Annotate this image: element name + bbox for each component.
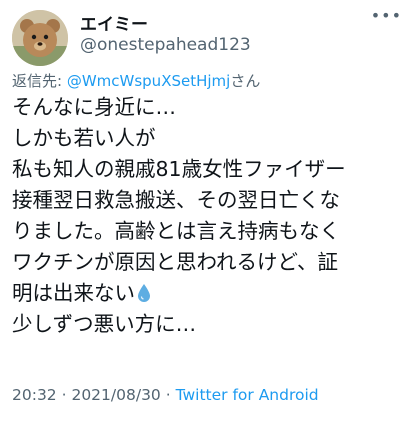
- tweet-line: 私も知人の親戚81歳女性ファイザー: [12, 157, 346, 181]
- tweet-line: 少しずつ悪い方に…: [12, 312, 197, 336]
- tweet-time[interactable]: 20:32: [12, 386, 57, 404]
- tweet-line-with-emoji: 明は出来ない: [12, 278, 410, 309]
- reply-to-line: 返信先: @WmcWspuXSetHjmjさん: [12, 70, 260, 91]
- tweet-line: りました。高齢とは言え持病もなく: [12, 219, 340, 243]
- tweet-source-link[interactable]: Twitter for Android: [176, 386, 319, 404]
- reply-prefix: 返信先:: [12, 72, 67, 90]
- display-name[interactable]: エイミー: [80, 10, 148, 35]
- reply-suffix: さん: [230, 72, 261, 90]
- tweet-line: そんなに身近に…: [12, 95, 176, 119]
- tweet-line: ワクチンが原因と思われるけど、証: [12, 250, 338, 274]
- avatar[interactable]: [12, 10, 68, 66]
- meta-separator: ·: [56, 386, 72, 404]
- tweet-date[interactable]: 2021/08/30: [71, 386, 160, 404]
- tweet-text: そんなに身近に… しかも若い人が 私も知人の親戚81歳女性ファイザー 接種翌日救…: [12, 92, 410, 340]
- tweet-line-text: 明は出来ない: [12, 281, 135, 305]
- tweet-meta: 20:32 · 2021/08/30 · Twitter for Android: [12, 386, 319, 404]
- droplet-icon: [138, 284, 150, 302]
- meta-separator: ·: [160, 386, 176, 404]
- more-options-icon[interactable]: •••: [371, 6, 402, 25]
- tweet-line: しかも若い人が: [12, 126, 156, 150]
- tweet-line: 接種翌日救急搬送、その翌日亡くな: [12, 188, 340, 212]
- reply-mention-link[interactable]: @WmcWspuXSetHjmj: [67, 72, 231, 90]
- teddy-bear-avatar-icon: [12, 10, 68, 66]
- user-handle[interactable]: @onestepahead123: [80, 35, 251, 55]
